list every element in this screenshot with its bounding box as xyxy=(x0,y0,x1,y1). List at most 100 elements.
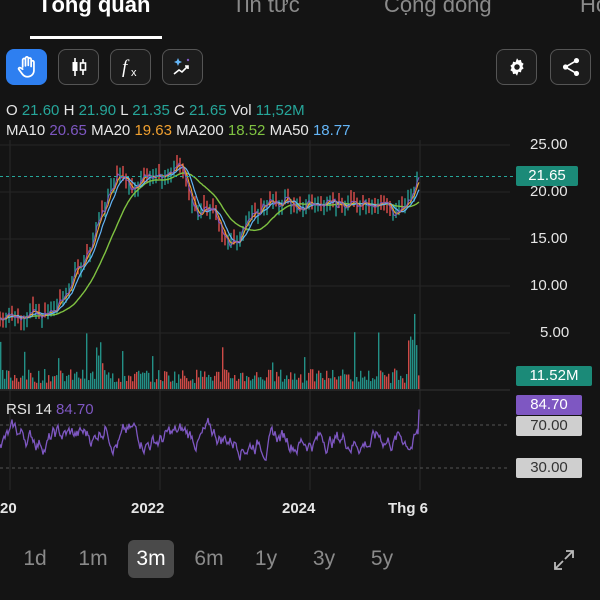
volume-bar xyxy=(386,376,388,389)
volume-bar xyxy=(84,378,86,389)
volume-bar xyxy=(226,369,228,389)
time-range-selector: 1d 1m 3m 6m 1y 3y 5y xyxy=(14,540,454,578)
volume-bar xyxy=(270,369,272,389)
volume-bar xyxy=(72,379,74,389)
volume-bar xyxy=(328,378,330,389)
volume-bar xyxy=(304,357,306,389)
volume-bar xyxy=(404,382,406,389)
volume-bar xyxy=(154,382,156,389)
volume-bar xyxy=(188,381,190,389)
price-tick-5: 5.00 xyxy=(540,324,570,341)
volume-bar xyxy=(158,370,160,389)
volume-bar xyxy=(194,382,196,389)
volume-bar xyxy=(128,375,130,389)
volume-bar xyxy=(94,378,96,389)
range-3y[interactable]: 3y xyxy=(304,540,344,578)
volume-bar xyxy=(62,373,64,389)
settings-button[interactable] xyxy=(496,49,537,85)
hand-tool-button[interactable] xyxy=(6,49,47,85)
volume-bar xyxy=(178,374,180,389)
volume-bar xyxy=(294,373,296,389)
volume-bar xyxy=(382,372,384,389)
volume-bar xyxy=(106,374,108,389)
volume-bar xyxy=(296,379,298,389)
open-value: 21.60 xyxy=(21,102,60,119)
range-1y[interactable]: 1y xyxy=(246,540,286,578)
low-label: L xyxy=(120,102,129,119)
magic-indicator-button[interactable] xyxy=(162,49,203,85)
volume-bar xyxy=(240,373,242,389)
ma50-value: 18.77 xyxy=(312,122,351,139)
volume-bar xyxy=(16,378,18,389)
chart-grid xyxy=(0,140,510,490)
volume-bar xyxy=(142,372,144,389)
volume-bar xyxy=(320,372,322,389)
volume-bar xyxy=(122,351,124,389)
volume-bar xyxy=(166,371,168,389)
volume-label: Vol xyxy=(230,102,252,119)
volume-bar xyxy=(336,379,338,389)
volume-bar xyxy=(316,373,318,389)
volume-bar xyxy=(384,375,386,389)
candlestick-icon xyxy=(72,58,86,76)
candlestick-tool-button[interactable] xyxy=(58,49,99,85)
tab-news[interactable]: Tin tức xyxy=(232,0,300,18)
volume-bar xyxy=(130,376,132,389)
volume-bar xyxy=(40,382,42,389)
volume-bar xyxy=(232,378,234,389)
volume-bar xyxy=(264,380,266,389)
volume-bar xyxy=(190,380,192,389)
volume-bar xyxy=(4,378,6,389)
range-1m[interactable]: 1m xyxy=(70,540,116,578)
ma10-label: MA10 xyxy=(6,122,46,139)
volume-bar xyxy=(138,370,140,389)
volume-bar xyxy=(208,374,210,389)
volume-bar xyxy=(242,372,244,389)
tab-more[interactable]: Hồ xyxy=(580,0,600,18)
volume-bar xyxy=(34,381,36,389)
volume-bar xyxy=(268,369,270,389)
volume-bar xyxy=(110,378,112,389)
volume-value: 11,52M xyxy=(255,102,305,119)
range-6m[interactable]: 6m xyxy=(186,540,232,578)
volume-bar xyxy=(236,380,238,389)
volume-bar xyxy=(114,382,116,389)
volume-bar xyxy=(278,376,280,389)
volume-bar xyxy=(38,370,40,389)
volume-bar xyxy=(256,372,258,389)
close-value: 21.65 xyxy=(189,102,227,119)
volume-bar xyxy=(332,369,334,389)
share-button[interactable] xyxy=(550,49,591,85)
volume-bar xyxy=(152,356,154,389)
volume-bar xyxy=(134,373,136,389)
volume-bar xyxy=(390,382,392,389)
function-tool-button[interactable]: f x xyxy=(110,49,151,85)
volume-bar xyxy=(98,355,100,389)
range-3m[interactable]: 3m xyxy=(128,540,174,578)
volume-bar xyxy=(222,347,224,389)
range-5y[interactable]: 5y xyxy=(362,540,402,578)
volume-bar xyxy=(6,370,8,389)
tab-overview[interactable]: Tổng quan xyxy=(38,0,150,18)
volume-bar xyxy=(26,379,28,389)
ma200-value: 18.52 xyxy=(227,122,266,139)
volume-bar xyxy=(102,363,104,389)
rsi-readout: RSI 14 84.70 xyxy=(6,401,94,418)
volume-bar xyxy=(74,373,76,389)
volume-bar xyxy=(364,376,366,389)
tab-community[interactable]: Cộng đồng xyxy=(384,0,492,18)
volume-bar xyxy=(164,371,166,389)
volume-bar xyxy=(410,336,412,389)
volume-bar xyxy=(352,381,354,389)
svg-text:x: x xyxy=(131,67,137,79)
volume-bar xyxy=(292,379,294,389)
volume-bar xyxy=(136,371,138,389)
volume-bar xyxy=(22,375,24,389)
price-chart[interactable] xyxy=(0,140,600,500)
volume-bar xyxy=(244,381,246,389)
expand-icon[interactable] xyxy=(552,548,576,572)
current-volume-tag: 11.52M xyxy=(516,366,592,386)
volume-bar xyxy=(148,372,150,389)
range-1d[interactable]: 1d xyxy=(14,540,56,578)
magic-indicator-icon xyxy=(173,58,189,75)
